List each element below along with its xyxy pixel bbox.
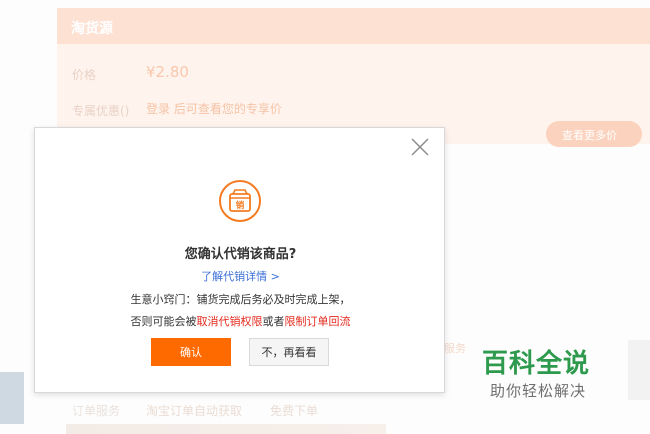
- tip-prefix: 否则可能会被: [130, 315, 197, 328]
- consign-icon-char: 销: [236, 200, 245, 211]
- watermark-subtitle: 助你轻松解决: [490, 382, 587, 400]
- more-price-button[interactable]: 查看更多价 >: [546, 121, 642, 156]
- tip-middle: 或者: [262, 315, 285, 328]
- coupon-label: 专属优惠(): [72, 104, 130, 118]
- consign-confirm-dialog: 销 您确认代销该商品? 了解代销详情 > 生意小窍门：铺货完成后务必及时完成上架…: [34, 127, 445, 393]
- consign-details-link[interactable]: 了解代销详情 >: [35, 268, 446, 284]
- order-option-free[interactable]: 免费下单: [270, 402, 318, 419]
- cancel-button[interactable]: 不，再看看: [249, 338, 329, 366]
- coupon-text[interactable]: 登录 后可查看您的专享价: [146, 100, 282, 117]
- confirm-button[interactable]: 确认: [151, 338, 231, 366]
- consign-box-icon: 销: [218, 179, 262, 223]
- watermark-title: 百科全说: [482, 349, 591, 379]
- limit-order-link[interactable]: 限制订单回流: [285, 315, 351, 328]
- price-label: 价格: [72, 68, 97, 82]
- cancel-permission-link[interactable]: 取消代销权限: [197, 315, 263, 328]
- order-service-label: 订单服务: [72, 404, 121, 418]
- close-icon[interactable]: [409, 136, 431, 158]
- background-bottom-strip: [66, 424, 386, 434]
- background-header: 淘货源: [57, 8, 650, 44]
- tip-line-2: 否则可能会被取消代销权限或者限制订单回流: [35, 313, 446, 329]
- background-thumbnail: [0, 372, 24, 424]
- order-option-auto[interactable]: 淘宝订单自动获取: [146, 402, 242, 419]
- dialog-title: 您确认代销该商品?: [184, 247, 297, 262]
- background-side-panel: [628, 340, 650, 400]
- background-side-text: 服务: [444, 342, 466, 355]
- price-value: ¥2.80: [146, 63, 189, 81]
- tip-line-1: 生意小窍门：铺货完成后务必及时完成上架，: [130, 293, 351, 306]
